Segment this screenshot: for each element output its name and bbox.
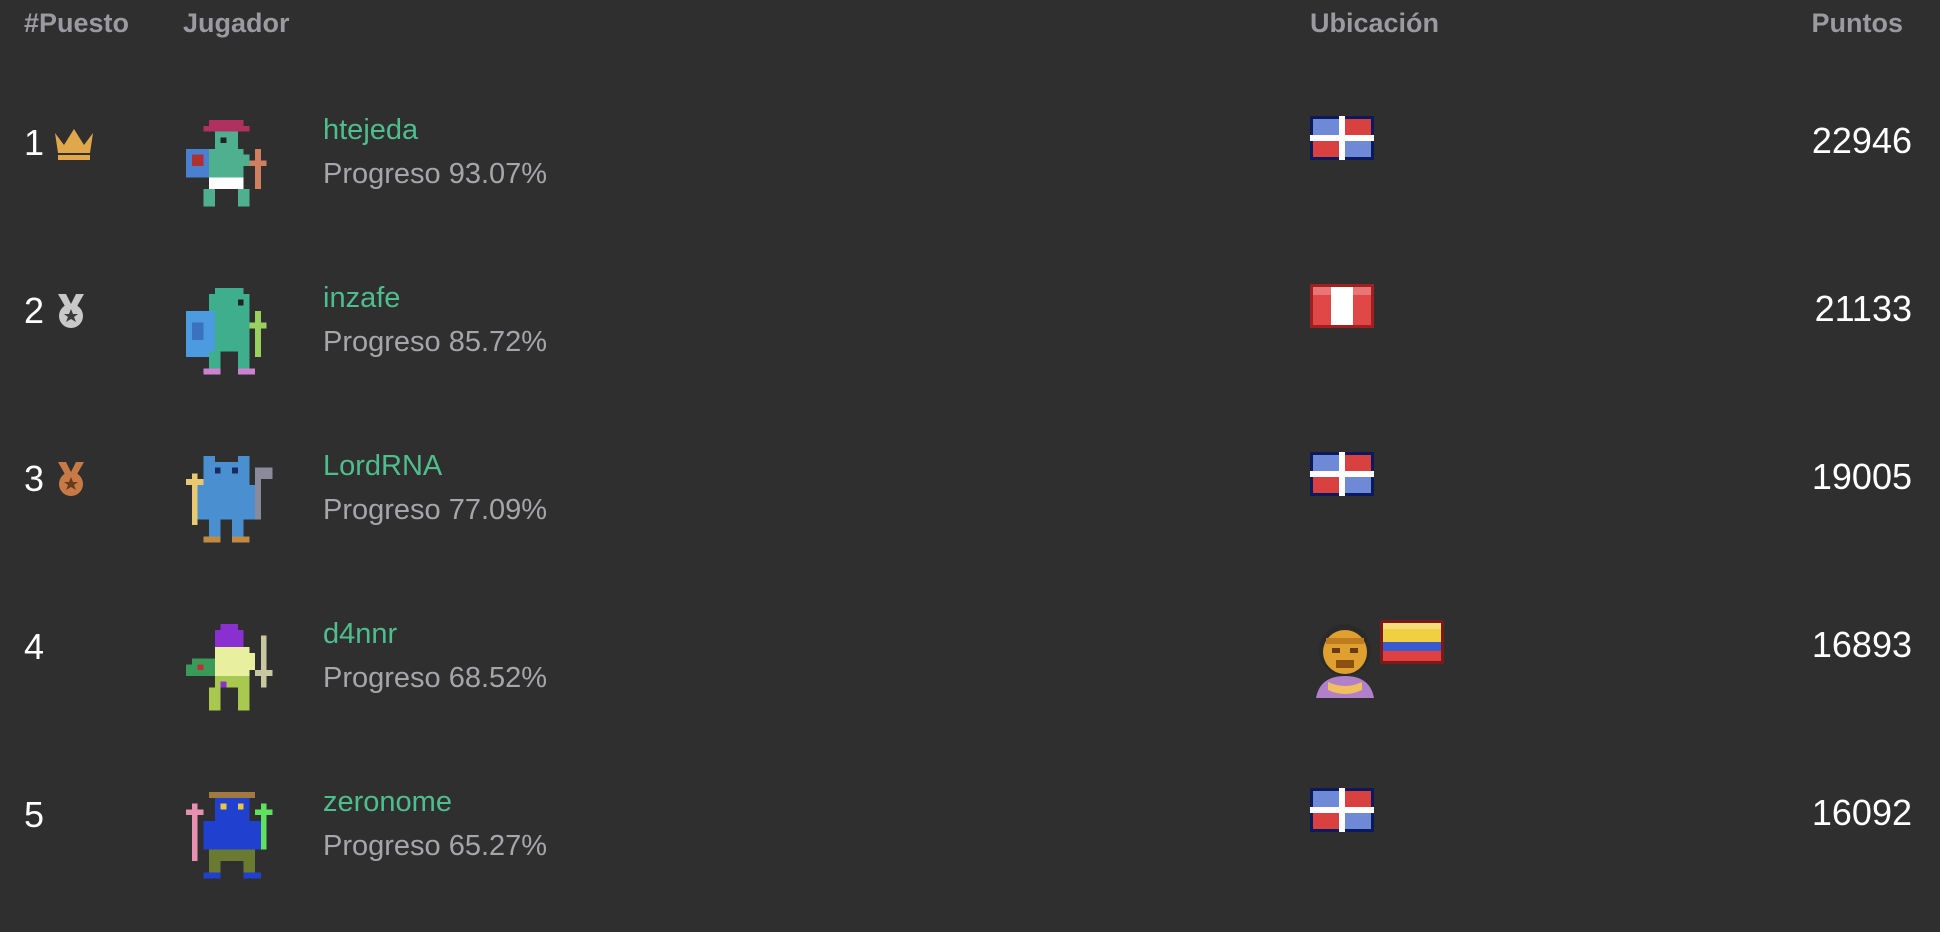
- player-points: 22946: [1811, 120, 1912, 161]
- rank-number: 5: [24, 794, 45, 835]
- colombia-flag-icon: [1380, 620, 1444, 664]
- player-progress: Progreso 77.09%: [323, 494, 548, 526]
- player-name-link[interactable]: inzafe: [323, 282, 400, 315]
- dominican-republic-flag-icon: [1310, 116, 1374, 160]
- player-progress: Progreso 65.27%: [323, 830, 548, 862]
- player-avatar: [186, 288, 267, 375]
- rank-number: 4: [24, 626, 45, 667]
- location-cell: [1310, 116, 1374, 160]
- rank-cell: 5: [24, 794, 50, 836]
- silver-medal-icon: [58, 294, 84, 328]
- player-points: 21133: [1814, 288, 1912, 329]
- player-points: 16893: [1811, 624, 1912, 665]
- bronze-medal-icon: [58, 462, 84, 496]
- player-name-link[interactable]: htejeda: [323, 114, 418, 147]
- player-progress: Progreso 68.52%: [323, 662, 548, 694]
- rank-cell: 2: [24, 290, 90, 332]
- header-location: Ubicación: [1310, 8, 1440, 38]
- dominican-republic-flag-icon: [1310, 788, 1374, 832]
- rank-cell: 3: [24, 458, 90, 500]
- rank-cell: 4: [24, 626, 50, 668]
- player-progress: Progreso 93.07%: [323, 158, 548, 190]
- location-cell: [1310, 284, 1374, 328]
- header-rank: #Puesto: [24, 8, 130, 38]
- player-points: 19005: [1811, 456, 1912, 497]
- player-avatar: [186, 120, 267, 207]
- location-cell: [1310, 788, 1374, 832]
- leaderboard-row: 2 inzafe Progreso 85.72% 21133: [0, 260, 1940, 428]
- rank-cell: 1: [24, 122, 96, 164]
- leaderboard-row: 3 LordRNA Progreso 77.09% 19005: [0, 428, 1940, 596]
- header-player: Jugador: [183, 8, 290, 38]
- player-avatar: [186, 456, 273, 543]
- player-name-link[interactable]: LordRNA: [323, 450, 442, 483]
- player-progress: Progreso 85.72%: [323, 326, 548, 358]
- player-avatar: [186, 624, 273, 711]
- player-avatar: [186, 792, 273, 879]
- player-name-link[interactable]: d4nnr: [323, 618, 397, 651]
- rank-number: 3: [24, 458, 45, 499]
- golden-mask-icon: [1316, 624, 1374, 698]
- rank-number: 2: [24, 290, 45, 331]
- leaderboard-row: 4 d4nnr Progreso 68.52% 16893: [0, 596, 1940, 764]
- location-cell: [1310, 452, 1374, 496]
- peru-flag-icon: [1310, 284, 1374, 328]
- leaderboard-row: 5 zeronome Progreso 65.27% 16092: [0, 764, 1940, 932]
- rank-number: 1: [24, 122, 45, 163]
- location-cell: [1310, 620, 1444, 700]
- player-points: 16092: [1811, 792, 1912, 833]
- header-points: Puntos: [1811, 8, 1904, 38]
- player-name-link[interactable]: zeronome: [323, 786, 452, 819]
- leaderboard-row: 1 htejeda Progreso 93.07% 22946: [0, 92, 1940, 260]
- dominican-republic-flag-icon: [1310, 452, 1374, 496]
- crown-icon: [55, 129, 93, 160]
